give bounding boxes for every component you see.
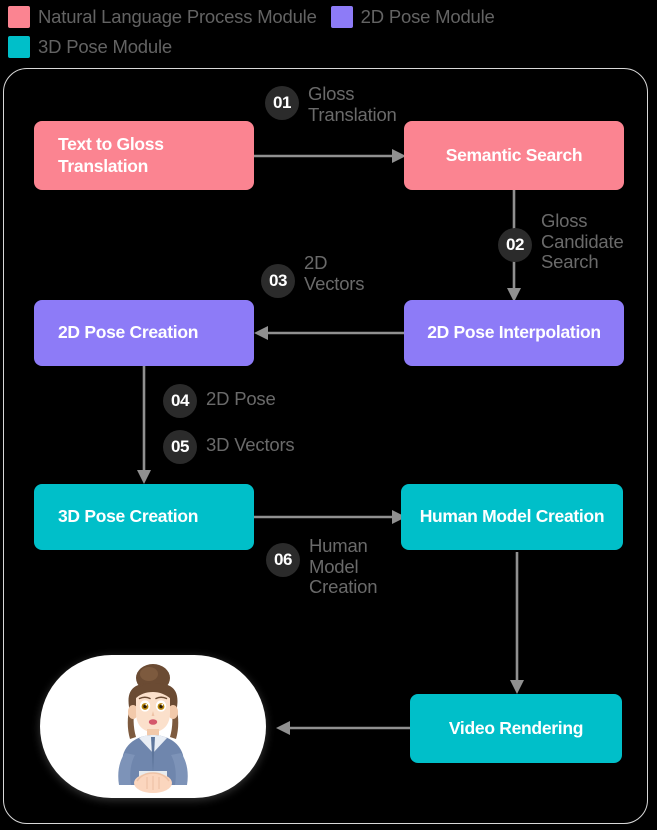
- step-06: 06 Human Model Creation: [266, 535, 406, 598]
- legend-swatch-nlp: [8, 6, 30, 28]
- node-label-semantic-search: Semantic Search: [445, 144, 583, 165]
- connector-06-human-model-creation: [254, 510, 406, 524]
- step-badge-04: 04: [163, 384, 197, 418]
- connector-human-model-to-video-rendering: [510, 552, 524, 694]
- legend-label-3d-pose: 3D Pose Module: [38, 36, 172, 57]
- connector-04-05-2d-pose-3d-vectors: [137, 366, 151, 484]
- step-label-04: 2D Pose: [206, 388, 276, 409]
- node-label-3d-pose-creation: 3D Pose Creation: [58, 506, 199, 527]
- legend-swatch-3d-pose: [8, 36, 30, 58]
- legend-item-2d-pose: 2D Pose Module: [330, 2, 495, 32]
- legend-item-nlp: Natural Language Process Module: [8, 2, 317, 32]
- node-2d-pose-interpolation[interactable]: 2D Pose Interpolation: [404, 300, 624, 366]
- step-label-01: Gloss Translation: [308, 83, 397, 125]
- step-badge-03: 03: [261, 264, 295, 298]
- node-label-2d-pose-interpolation: 2D Pose Interpolation: [427, 322, 601, 343]
- legend-label-2d-pose: 2D Pose Module: [360, 6, 495, 27]
- step-label-03: 2D Vectors: [304, 252, 365, 294]
- legend-label-nlp: Natural Language Process Module: [38, 6, 317, 27]
- step-badge-06: 06: [266, 543, 300, 577]
- step-badge-02: 02: [498, 228, 532, 262]
- legend-item-3d-pose: 3D Pose Module: [8, 32, 172, 62]
- step-01: 01 Gloss Translation: [265, 83, 405, 125]
- step-label-05: 3D Vectors: [206, 434, 295, 455]
- node-label-video-rendering: Video Rendering: [448, 717, 584, 738]
- node-video-rendering[interactable]: Video Rendering: [410, 694, 622, 763]
- node-semantic-search[interactable]: Semantic Search: [404, 121, 624, 190]
- avatar-output-card[interactable]: [40, 655, 266, 798]
- step-label-06: Human Model Creation: [309, 535, 378, 598]
- node-text-to-gloss-translation[interactable]: Text to Gloss Translation: [34, 121, 254, 190]
- signing-avatar-icon: [118, 664, 188, 793]
- node-3d-pose-creation[interactable]: 3D Pose Creation: [34, 484, 254, 550]
- step-badge-05: 05: [163, 430, 197, 464]
- step-04: 04 2D Pose: [163, 384, 333, 418]
- step-02: 02 Gloss Candidate Search: [498, 210, 638, 273]
- node-label-human-model-creation: Human Model Creation: [419, 506, 605, 527]
- node-human-model-creation[interactable]: Human Model Creation: [401, 484, 623, 550]
- legend: Natural Language Process Module 2D Pose …: [8, 2, 653, 62]
- connector-video-rendering-to-avatar: [276, 721, 410, 735]
- step-05: 05 3D Vectors: [163, 430, 353, 464]
- node-2d-pose-creation[interactable]: 2D Pose Creation: [34, 300, 254, 366]
- diagram-root: Natural Language Process Module 2D Pose …: [0, 0, 657, 830]
- step-03: 03 2D Vectors: [261, 252, 411, 298]
- node-label-2d-pose-creation: 2D Pose Creation: [58, 322, 199, 343]
- step-badge-01: 01: [265, 86, 299, 120]
- legend-swatch-2d-pose: [330, 6, 353, 28]
- connector-01-gloss-translation: [254, 149, 406, 163]
- node-label-text-to-gloss-translation: Text to Gloss Translation: [58, 133, 164, 176]
- step-label-02: Gloss Candidate Search: [541, 210, 624, 273]
- connector-03-2d-vectors: [254, 326, 406, 340]
